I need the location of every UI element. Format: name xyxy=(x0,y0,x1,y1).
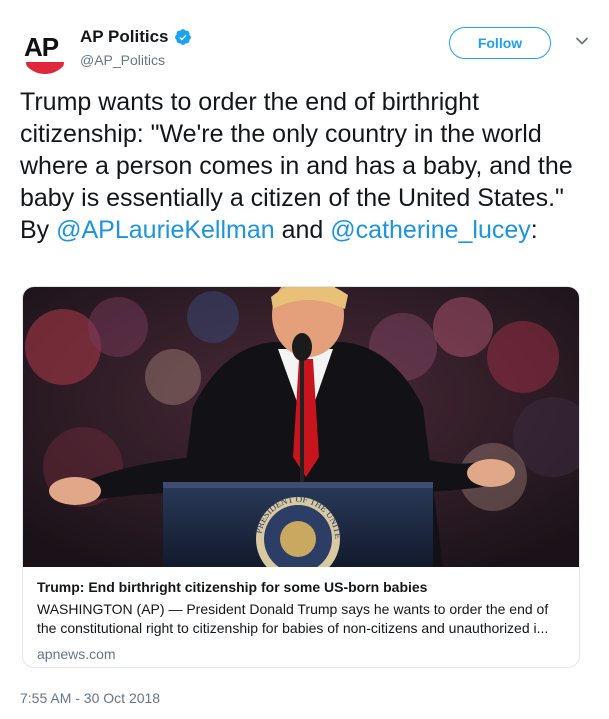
display-name-row[interactable]: AP Politics xyxy=(80,27,192,47)
tweet-header: AP AP Politics @AP_Politics Follow xyxy=(20,24,589,80)
mention-link-catherine-lucey[interactable]: @catherine_lucey xyxy=(330,216,531,244)
avatar-logo-text: AP xyxy=(24,32,59,62)
display-name[interactable]: AP Politics xyxy=(80,27,169,47)
account-names: AP Politics @AP_Politics xyxy=(80,27,192,68)
follow-button[interactable]: Follow xyxy=(449,27,551,59)
tweet-text: Trump wants to order the end of birthrig… xyxy=(20,86,590,246)
link-card[interactable]: PRESIDENT OF THE UNITED Trump: End birth… xyxy=(22,286,580,668)
avatar-logo-accent xyxy=(26,62,64,74)
tweet-suffix: : xyxy=(530,216,538,244)
tweet-timestamp[interactable]: 7:55 AM - 30 Oct 2018 xyxy=(20,690,160,706)
account-handle[interactable]: @AP_Politics xyxy=(80,52,192,68)
card-body: Trump: End birthright citizenship for so… xyxy=(37,579,565,662)
avatar[interactable]: AP xyxy=(20,24,70,74)
card-description: WASHINGTON (AP) — President Donald Trump… xyxy=(37,601,549,636)
card-title[interactable]: Trump: End birthright citizenship for so… xyxy=(37,579,565,595)
chevron-down-icon[interactable] xyxy=(575,34,589,48)
mention-link-aplauriekellman[interactable]: @APLaurieKellman xyxy=(56,216,275,244)
card-image[interactable]: PRESIDENT OF THE UNITED xyxy=(23,287,580,567)
card-domain: apnews.com xyxy=(37,646,116,662)
verified-badge-icon xyxy=(174,29,191,45)
tweet-conjunction: and xyxy=(274,216,331,244)
